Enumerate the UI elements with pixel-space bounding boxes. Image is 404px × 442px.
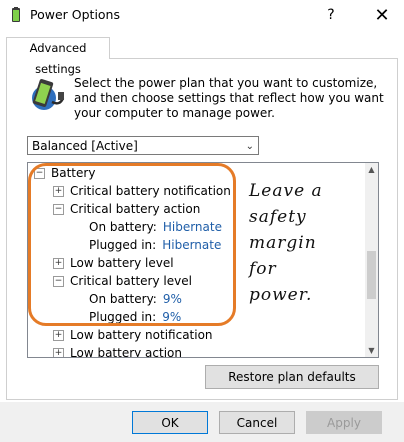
tree-node-critical-battery-notification[interactable]: + Critical battery notification: [53, 182, 231, 200]
note-line: margin: [249, 233, 317, 253]
tree-node-battery[interactable]: − Battery: [34, 164, 95, 182]
collapse-icon[interactable]: −: [53, 204, 64, 215]
tree-node-label: Low battery action: [70, 346, 182, 358]
setting-value-link[interactable]: 9%: [163, 292, 182, 306]
tree-node-label: Critical battery notification: [70, 184, 231, 198]
setting-label: On battery:: [89, 292, 157, 306]
tree-node-label: Battery: [51, 166, 96, 180]
ok-button[interactable]: OK: [132, 411, 208, 434]
power-options-icon: [12, 7, 20, 22]
setting-value-link[interactable]: 9%: [162, 310, 181, 324]
restore-plan-defaults-button[interactable]: Restore plan defaults: [205, 365, 379, 389]
power-plan-value: Balanced [Active]: [32, 139, 138, 153]
tree-node-low-battery-action[interactable]: + Low battery action: [53, 344, 182, 358]
setting-row-on-battery[interactable]: On battery: Hibernate: [89, 218, 222, 236]
note-line: safety: [249, 207, 307, 227]
cancel-button[interactable]: Cancel: [219, 411, 295, 434]
setting-row-on-battery[interactable]: On battery: 9%: [89, 290, 182, 308]
setting-label: Plugged in:: [89, 310, 157, 324]
tree-node-label: Low battery level: [70, 256, 174, 270]
settings-tree[interactable]: − Battery + Critical battery notification …: [27, 162, 379, 358]
tree-node-low-battery-level[interactable]: + Low battery level: [53, 254, 174, 272]
tree-node-low-battery-notification[interactable]: + Low battery notification: [53, 326, 213, 344]
setting-row-plugged-in[interactable]: Plugged in: Hibernate: [89, 236, 221, 254]
apply-button[interactable]: Apply: [306, 411, 382, 434]
setting-value-link[interactable]: Hibernate: [163, 220, 222, 234]
note-line: Leave a: [249, 181, 323, 201]
tree-node-label: Critical battery action: [70, 202, 201, 216]
tree-node-critical-battery-level[interactable]: − Critical battery level: [53, 272, 192, 290]
scroll-up-icon[interactable]: ▲: [365, 163, 378, 176]
collapse-icon[interactable]: −: [34, 168, 45, 179]
battery-plug-icon: [32, 78, 65, 110]
plan-description: Select the power plan that you want to c…: [74, 76, 384, 120]
expand-icon[interactable]: +: [53, 348, 64, 357]
scroll-down-icon[interactable]: ▼: [365, 344, 378, 357]
setting-label: On battery:: [89, 220, 157, 234]
collapse-icon[interactable]: −: [53, 276, 64, 287]
chevron-down-icon: ⌄: [245, 141, 254, 152]
tree-node-critical-battery-action[interactable]: − Critical battery action: [53, 200, 200, 218]
tree-node-label: Critical battery level: [70, 274, 192, 288]
title-bar: Power Options ? ✕: [0, 0, 404, 31]
dialog-footer: OK Cancel Apply: [0, 402, 404, 442]
tree-scrollbar[interactable]: ▲ ▼: [365, 163, 378, 357]
window-title: Power Options: [30, 7, 120, 22]
power-plan-dropdown[interactable]: Balanced [Active] ⌄: [27, 136, 259, 155]
expand-icon[interactable]: +: [53, 258, 64, 269]
note-line: power.: [249, 285, 313, 305]
help-button[interactable]: ?: [316, 0, 346, 31]
close-button[interactable]: ✕: [364, 0, 400, 31]
handwritten-note: Leave a safety margin for power.: [249, 178, 323, 308]
setting-value-link[interactable]: Hibernate: [162, 238, 221, 252]
note-line: for: [249, 259, 277, 279]
expand-icon[interactable]: +: [53, 330, 64, 341]
expand-icon[interactable]: +: [53, 186, 64, 197]
setting-label: Plugged in:: [89, 238, 157, 252]
setting-row-plugged-in[interactable]: Plugged in: 9%: [89, 308, 181, 326]
tree-node-label: Low battery notification: [70, 328, 213, 342]
scrollbar-thumb[interactable]: [367, 251, 376, 299]
tab-advanced-settings[interactable]: Advanced settings: [6, 37, 110, 76]
